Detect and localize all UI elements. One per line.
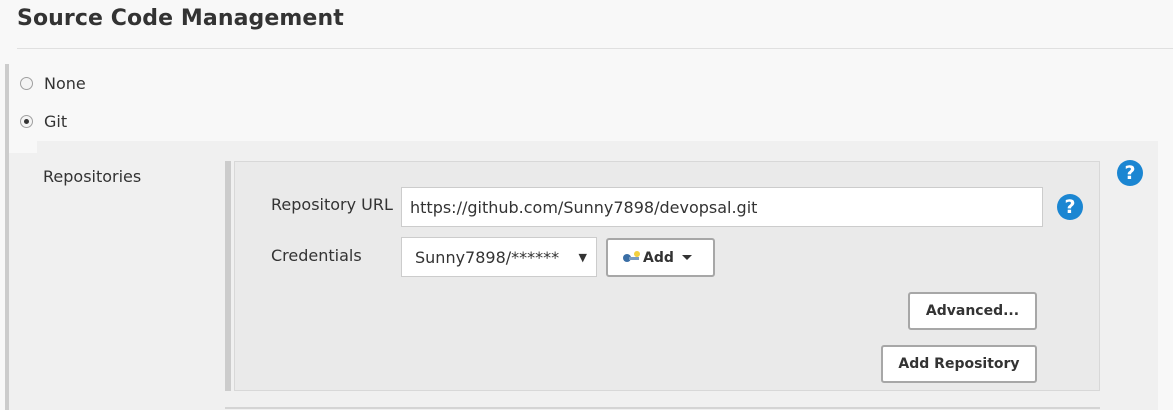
caret-down-icon xyxy=(681,255,692,260)
scm-option-git-label: Git xyxy=(44,111,68,131)
key-icon xyxy=(621,250,643,265)
scm-option-none-label: None xyxy=(44,73,86,93)
scm-option-none[interactable]: None xyxy=(20,73,86,93)
scm-option-git[interactable]: Git xyxy=(20,111,67,131)
add-credentials-button[interactable]: Add xyxy=(606,238,715,277)
radio-git[interactable] xyxy=(20,114,33,128)
git-panel-tab xyxy=(9,141,37,153)
credentials-select[interactable]: Sunny7898/****** ▼ xyxy=(401,237,597,277)
repository-url-input[interactable] xyxy=(401,187,1043,227)
radio-none[interactable] xyxy=(20,76,33,90)
chevron-down-icon: ▼ xyxy=(578,251,587,264)
repository-bar xyxy=(225,161,231,391)
next-repository-divider xyxy=(225,407,1100,409)
repository-url-help-icon[interactable]: ? xyxy=(1057,194,1083,220)
add-credentials-label: Add xyxy=(643,249,674,266)
add-repository-button[interactable]: Add Repository xyxy=(881,345,1037,383)
section-title: Source Code Management xyxy=(17,6,344,31)
title-divider xyxy=(17,48,1173,49)
repositories-help-icon[interactable]: ? xyxy=(1117,160,1143,186)
credentials-selected-value: Sunny7898/****** xyxy=(415,247,560,267)
advanced-button[interactable]: Advanced... xyxy=(908,292,1037,330)
repositories-label: Repositories xyxy=(43,167,142,186)
credentials-label: Credentials xyxy=(271,246,362,265)
repository-url-label: Repository URL xyxy=(271,195,393,214)
